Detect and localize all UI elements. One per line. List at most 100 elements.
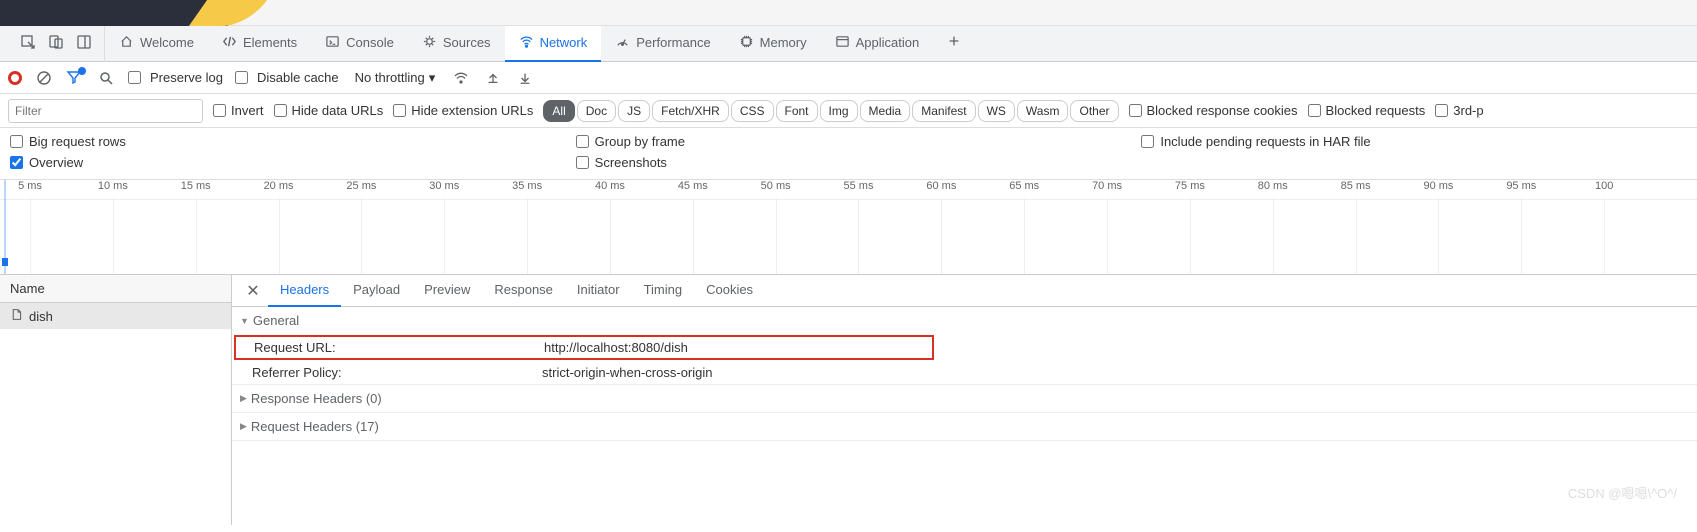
preserve-log-checkbox[interactable]: Preserve log	[128, 70, 223, 85]
close-detail-button[interactable]: ✕	[238, 281, 268, 301]
third-party-label: 3rd-p	[1453, 103, 1483, 118]
detail-tab-payload[interactable]: Payload	[341, 275, 412, 307]
device-toggle-icon[interactable]	[48, 34, 64, 53]
tab-welcome[interactable]: Welcome	[105, 26, 208, 62]
pill-other[interactable]: Other	[1070, 100, 1118, 122]
pill-doc[interactable]: Doc	[577, 100, 616, 122]
detail-tab-timing[interactable]: Timing	[632, 275, 695, 307]
pill-img[interactable]: Img	[820, 100, 858, 122]
pill-css[interactable]: CSS	[731, 100, 774, 122]
memory-icon	[739, 34, 754, 52]
timeline-tick: 35 ms	[512, 180, 542, 192]
big-rows-label: Big request rows	[29, 134, 126, 149]
pill-media[interactable]: Media	[860, 100, 911, 122]
clear-button[interactable]	[34, 68, 54, 88]
timeline-tick: 70 ms	[1092, 180, 1122, 192]
section-response-headers: ▶Response Headers (0)	[232, 385, 1697, 413]
hide-data-urls-label: Hide data URLs	[292, 103, 384, 118]
pill-manifest[interactable]: Manifest	[912, 100, 975, 122]
timeline-tick: 45 ms	[678, 180, 708, 192]
timeline-tick: 85 ms	[1341, 180, 1371, 192]
request-detail-split: Name dish ✕ Headers Payload Preview Resp…	[0, 275, 1697, 525]
group-by-frame-label: Group by frame	[595, 134, 685, 149]
hide-data-urls-checkbox[interactable]: Hide data URLs	[274, 103, 384, 118]
tab-performance[interactable]: Performance	[601, 26, 724, 62]
tab-sources[interactable]: Sources	[408, 26, 505, 62]
timeline-tick: 100	[1595, 180, 1613, 192]
request-row-dish[interactable]: dish	[0, 303, 231, 329]
section-general-toggle[interactable]: ▼General	[232, 307, 1697, 334]
invert-label: Invert	[231, 103, 264, 118]
pill-font[interactable]: Font	[776, 100, 818, 122]
filter-input[interactable]	[8, 99, 203, 123]
pill-fetchxhr[interactable]: Fetch/XHR	[652, 100, 729, 122]
overview-checkbox[interactable]: Overview	[10, 155, 556, 170]
add-tab-button[interactable]	[933, 26, 975, 62]
tab-performance-label: Performance	[636, 35, 710, 50]
pill-all[interactable]: All	[543, 100, 574, 122]
network-conditions-button[interactable]	[451, 68, 471, 88]
invert-checkbox[interactable]: Invert	[213, 103, 264, 118]
detail-tab-preview[interactable]: Preview	[412, 275, 482, 307]
export-har-button[interactable]	[515, 68, 535, 88]
console-icon	[325, 34, 340, 52]
throttling-select[interactable]: No throttling ▾	[351, 68, 440, 88]
tab-console[interactable]: Console	[311, 26, 408, 62]
tab-memory-label: Memory	[760, 35, 807, 50]
section-general: ▼General Request URL: http://localhost:8…	[232, 307, 1697, 385]
pill-ws[interactable]: WS	[978, 100, 1015, 122]
elements-icon	[222, 34, 237, 52]
overview-timeline[interactable]: 5 ms10 ms15 ms20 ms25 ms30 ms35 ms40 ms4…	[0, 180, 1697, 275]
detail-tab-headers[interactable]: Headers	[268, 275, 341, 307]
row-referrer-policy: Referrer Policy: strict-origin-when-cros…	[232, 361, 1697, 384]
timeline-ruler: 5 ms10 ms15 ms20 ms25 ms30 ms35 ms40 ms4…	[0, 180, 1697, 200]
section-request-headers-toggle[interactable]: ▶Request Headers (17)	[232, 413, 1697, 440]
tab-application[interactable]: Application	[821, 26, 934, 62]
timeline-tick: 40 ms	[595, 180, 625, 192]
request-url-value: http://localhost:8080/dish	[544, 340, 688, 355]
timeline-tick: 55 ms	[844, 180, 874, 192]
screenshots-checkbox[interactable]: Screenshots	[576, 155, 1122, 170]
timeline-tick: 95 ms	[1506, 180, 1536, 192]
detail-tab-initiator[interactable]: Initiator	[565, 275, 632, 307]
resource-type-filter: All Doc JS Fetch/XHR CSS Font Img Media …	[543, 100, 1118, 122]
timeline-tick: 50 ms	[761, 180, 791, 192]
pending-har-label: Include pending requests in HAR file	[1160, 134, 1370, 149]
tab-memory[interactable]: Memory	[725, 26, 821, 62]
tab-network[interactable]: Network	[505, 26, 602, 62]
pending-har-checkbox[interactable]: Include pending requests in HAR file	[1141, 134, 1687, 149]
request-detail-panel: ✕ Headers Payload Preview Response Initi…	[232, 275, 1697, 525]
record-button[interactable]	[8, 71, 22, 85]
screenshots-label: Screenshots	[595, 155, 667, 170]
referrer-policy-value: strict-origin-when-cross-origin	[542, 365, 713, 380]
detail-tab-response[interactable]: Response	[482, 275, 565, 307]
inspect-icon[interactable]	[20, 34, 36, 53]
hide-ext-urls-label: Hide extension URLs	[411, 103, 533, 118]
section-response-headers-toggle[interactable]: ▶Response Headers (0)	[232, 385, 1697, 412]
name-column-header[interactable]: Name	[0, 275, 231, 303]
big-rows-checkbox[interactable]: Big request rows	[10, 134, 556, 149]
home-icon	[119, 34, 134, 52]
app-header-strip	[0, 0, 1697, 26]
throttling-value: No throttling	[355, 70, 425, 85]
section-request-headers-title: Request Headers (17)	[251, 419, 379, 434]
third-party-checkbox[interactable]: 3rd-p	[1435, 103, 1483, 118]
tab-network-label: Network	[540, 35, 588, 50]
search-button[interactable]	[96, 68, 116, 88]
timeline-tick: 25 ms	[346, 180, 376, 192]
import-har-button[interactable]	[483, 68, 503, 88]
header-dark-segment	[0, 0, 228, 26]
pill-js[interactable]: JS	[618, 100, 650, 122]
dock-icon[interactable]	[76, 34, 92, 53]
blocked-requests-checkbox[interactable]: Blocked requests	[1308, 103, 1426, 118]
tab-elements[interactable]: Elements	[208, 26, 311, 62]
hide-ext-urls-checkbox[interactable]: Hide extension URLs	[393, 103, 533, 118]
disable-cache-checkbox[interactable]: Disable cache	[235, 70, 339, 85]
tab-console-label: Console	[346, 35, 394, 50]
group-by-frame-checkbox[interactable]: Group by frame	[576, 134, 1122, 149]
pill-wasm[interactable]: Wasm	[1017, 100, 1069, 122]
filter-toggle-button[interactable]	[66, 69, 84, 87]
detail-tab-cookies[interactable]: Cookies	[694, 275, 765, 307]
sources-icon	[422, 34, 437, 52]
blocked-cookies-checkbox[interactable]: Blocked response cookies	[1129, 103, 1298, 118]
